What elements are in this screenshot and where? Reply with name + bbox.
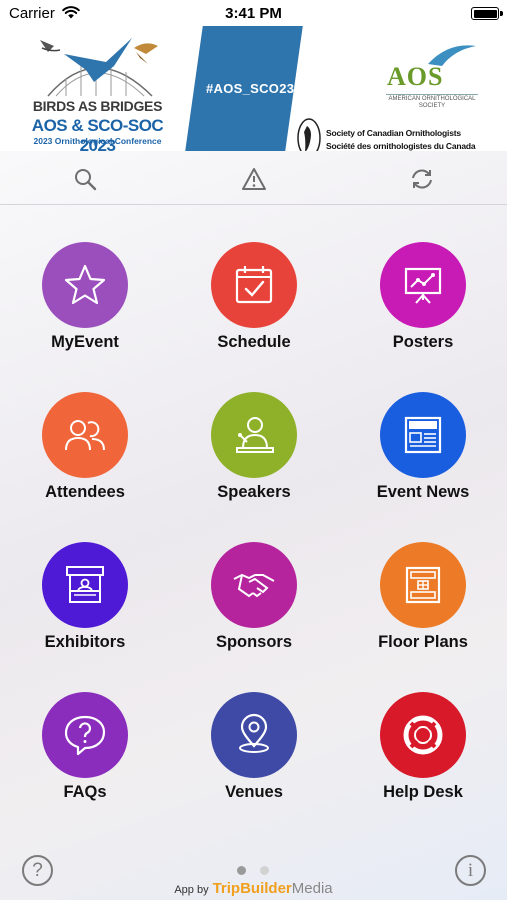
tile-label: Help Desk xyxy=(383,783,463,801)
location-pin-icon xyxy=(239,713,269,753)
tile-circle xyxy=(380,392,466,478)
tile-attendees[interactable]: Attendees xyxy=(15,392,155,512)
tile-circle xyxy=(42,542,128,628)
tile-event-news[interactable]: Event News xyxy=(353,392,493,512)
tile-label: Event News xyxy=(376,483,470,501)
tile-label: Exhibitors xyxy=(44,633,126,651)
tile-circle xyxy=(211,392,297,478)
tile-exhibitors[interactable]: Exhibitors xyxy=(15,542,155,662)
birds-bridge-logo xyxy=(40,38,158,97)
tile-label: Venues xyxy=(225,783,283,801)
tile-label: Speakers xyxy=(217,483,291,501)
tile-label: Floor Plans xyxy=(378,633,468,651)
tile-circle xyxy=(211,242,297,328)
warning-icon xyxy=(242,168,266,190)
newspaper-icon xyxy=(404,416,442,454)
people-icon xyxy=(65,420,105,451)
clock: 3:41 PM xyxy=(225,5,282,22)
status-bar: Carrier 3:41 PM xyxy=(0,0,507,26)
brand-media: Media xyxy=(291,880,333,897)
tile-circle xyxy=(211,542,297,628)
tile-speakers[interactable]: Speakers xyxy=(184,392,324,512)
handshake-icon xyxy=(233,573,275,598)
presentation-icon xyxy=(404,267,442,304)
tile-floor-plans[interactable]: Floor Plans xyxy=(353,542,493,662)
event-hashtag: #AOS_SCO23 xyxy=(206,81,295,96)
tile-circle xyxy=(42,242,128,328)
floorplan-icon xyxy=(405,566,441,604)
tile-circle xyxy=(211,692,297,778)
event-banner: #AOS_SCO23 BIRDS AS BRIDGES AOS & SCO-SO… xyxy=(0,26,507,151)
brand-trip: TripBuilder xyxy=(212,880,292,897)
tile-schedule[interactable]: Schedule xyxy=(184,242,324,362)
tile-sponsors[interactable]: Sponsors xyxy=(184,542,324,662)
soc-emblem xyxy=(297,118,321,151)
toolbar xyxy=(0,151,507,205)
speaker-icon xyxy=(236,417,274,453)
lifebuoy-icon xyxy=(403,715,443,755)
refresh-icon xyxy=(412,169,432,189)
soc-english-name: Society of Canadian Ornithologists xyxy=(326,128,461,138)
aos-full-name: AMERICAN ORNITHOLOGICAL SOCIETY xyxy=(386,94,478,110)
event-tagline: BIRDS AS BRIDGES xyxy=(32,98,163,114)
tile-myevent[interactable]: MyEvent xyxy=(15,242,155,362)
soc-french-name: Société des ornithologistes du Canada xyxy=(326,141,476,151)
tile-help-desk[interactable]: Help Desk xyxy=(353,692,493,812)
tile-circle xyxy=(380,542,466,628)
tripbuilder-brand[interactable]: App by TripBuilderMedia xyxy=(0,880,507,897)
tile-circle xyxy=(42,392,128,478)
search-button[interactable] xyxy=(71,165,99,193)
tile-label: Schedule xyxy=(217,333,291,351)
tile-circle xyxy=(380,692,466,778)
app-by-label: App by xyxy=(174,884,209,896)
aos-logo-text: AOS xyxy=(387,62,444,91)
question-bubble-icon xyxy=(64,715,106,756)
search-icon xyxy=(75,169,97,191)
tile-label: MyEvent xyxy=(51,333,119,351)
star-icon xyxy=(64,264,106,305)
tile-faqs[interactable]: FAQs xyxy=(15,692,155,812)
tile-label: Sponsors xyxy=(215,633,293,651)
tile-posters[interactable]: Posters xyxy=(353,242,493,362)
page-dot-active xyxy=(237,866,246,875)
alerts-button[interactable] xyxy=(240,165,268,193)
tile-label: FAQs xyxy=(63,783,107,801)
sync-button[interactable] xyxy=(408,165,436,193)
booth-icon xyxy=(66,566,104,603)
battery-icon xyxy=(471,7,503,20)
event-subtitle: 2023 Ornithological Conference xyxy=(33,136,162,146)
tile-venues[interactable]: Venues xyxy=(184,692,324,812)
tile-label: Posters xyxy=(392,333,454,351)
tile-label: Attendees xyxy=(45,483,125,501)
calendar-check-icon xyxy=(235,266,273,304)
page-dot xyxy=(260,866,269,875)
tile-circle xyxy=(380,242,466,328)
tile-circle xyxy=(42,692,128,778)
